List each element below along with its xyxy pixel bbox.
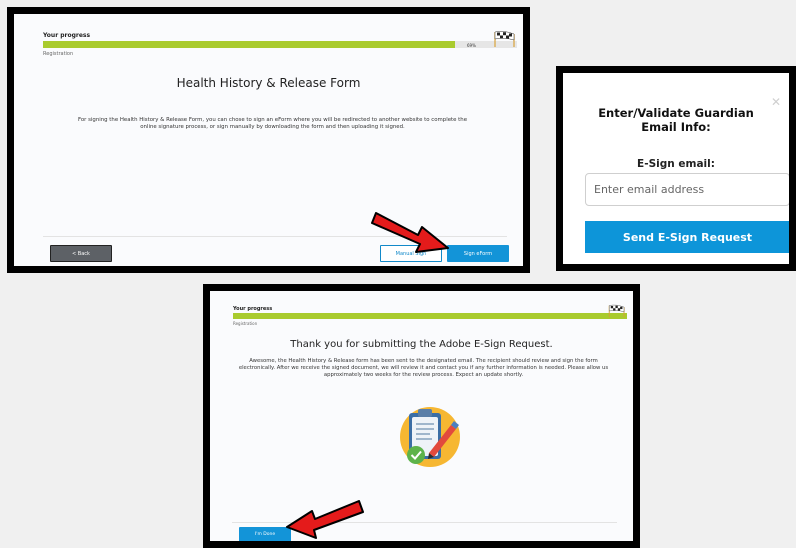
progress-step-label: Registration: [43, 51, 74, 57]
page-title: Thank you for submitting the Adobe E-Sig…: [290, 339, 553, 350]
red-arrow-pointer: [286, 500, 364, 539]
modal-title: Enter/Validate Guardian Email Info:: [598, 106, 754, 134]
clipboard-checkmark-icon: [400, 407, 460, 467]
checkered-flag-icon: [608, 304, 625, 318]
email-input[interactable]: Enter email address: [585, 173, 789, 206]
progress-bar: [43, 41, 517, 48]
progress-label: Your progress: [43, 32, 91, 39]
page-description: For signing the Health History & Release…: [77, 117, 468, 131]
guardian-email-modal: Enter/Validate Guardian Email Info: ✕ E-…: [556, 66, 796, 271]
progress-bar-fill: [233, 313, 627, 319]
red-arrow-pointer: [371, 212, 449, 253]
progress-percent: 69%: [467, 43, 476, 48]
confirmation-message: Awesome, the Health History & Release fo…: [238, 358, 609, 378]
sign-eform-button[interactable]: Sign eForm: [447, 245, 509, 262]
back-button[interactable]: < Back: [50, 245, 112, 262]
checkered-flag-icon: [494, 31, 515, 47]
submission-confirmation-panel: Your progress Registration Thank you for…: [203, 284, 640, 548]
progress-bar-fill: [43, 41, 456, 48]
close-icon[interactable]: ✕: [771, 95, 781, 109]
esign-email-label: E-Sign email:: [637, 158, 715, 170]
progress-label: Your progress: [233, 306, 273, 312]
page-title: Health History & Release Form: [176, 76, 361, 90]
progress-step-label: Registration: [233, 321, 258, 326]
send-esign-request-button[interactable]: Send E-Sign Request: [585, 221, 789, 253]
progress-bar: [233, 313, 627, 319]
